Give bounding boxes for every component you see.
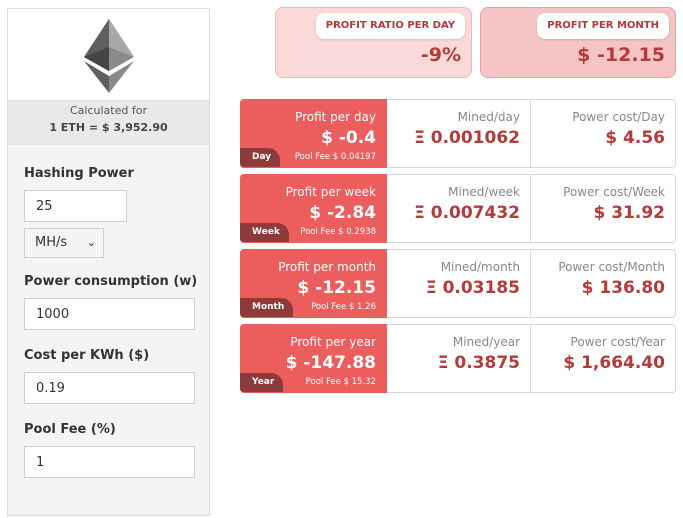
power-cost-label: Power cost/Week — [563, 185, 665, 199]
power-cost-value: $ 136.80 — [581, 278, 665, 298]
profit-label: Profit per month — [278, 260, 376, 274]
calculator-sidebar: Calculated for 1 ETH = $ 3,952.90 Hashin… — [7, 8, 210, 516]
ethereum-logo-icon — [84, 19, 134, 93]
result-row-month: Profit per month $ -12.15 Pool Fee $ 1.2… — [240, 249, 676, 318]
pool-fee-value: Pool Fee $ 0.2938 — [300, 227, 376, 237]
mined-cell: Mined/month Ξ 0.03185 — [388, 250, 531, 317]
logo-panel — [8, 9, 209, 101]
profit-cell: Profit per week $ -2.84 Pool Fee $ 0.293… — [240, 174, 387, 243]
mined-label: Mined/month — [440, 260, 520, 274]
hashing-power-label: Hashing Power — [24, 166, 134, 181]
period-tag: Month — [240, 298, 294, 317]
result-row-week: Profit per week $ -2.84 Pool Fee $ 0.293… — [240, 174, 676, 243]
pool-fee-label: Pool Fee (%) — [24, 422, 116, 437]
profit-ratio-value: -9% — [420, 44, 461, 66]
power-cost-value: $ 31.92 — [593, 203, 665, 223]
profit-label: Profit per year — [290, 335, 376, 349]
profit-cell: Profit per day $ -0.4 Pool Fee $ 0.04197… — [240, 99, 387, 168]
mined-cell: Mined/week Ξ 0.007432 — [388, 175, 531, 242]
pool-fee-value: Pool Fee $ 1.26 — [311, 302, 376, 312]
eth-rate: 1 ETH = $ 3,952.90 — [49, 121, 168, 134]
power-cost-value: $ 1,664.40 — [563, 353, 665, 373]
mined-label: Mined/year — [452, 335, 520, 349]
power-cost-cell: Power cost/Day $ 4.56 — [530, 100, 675, 167]
mined-cell: Mined/year Ξ 0.3875 — [388, 325, 531, 392]
mined-value: Ξ 0.03185 — [425, 278, 520, 298]
profit-value: $ -2.84 — [309, 203, 376, 223]
chevron-down-icon: ⌄ — [86, 236, 96, 249]
profit-value: $ -0.4 — [321, 128, 376, 148]
cost-per-kwh-input[interactable] — [24, 372, 195, 404]
power-cost-label: Power cost/Year — [570, 335, 665, 349]
mined-value: Ξ 0.3875 — [437, 353, 520, 373]
cost-per-kwh-label: Cost per KWh ($) — [24, 348, 150, 363]
power-consumption-input[interactable] — [24, 298, 195, 330]
hashing-unit-select[interactable]: MH/s ⌄ — [24, 228, 104, 258]
power-cost-label: Power cost/Month — [558, 260, 665, 274]
power-cost-value: $ 4.56 — [605, 128, 665, 148]
result-row-year: Profit per year $ -147.88 Pool Fee $ 15.… — [240, 324, 676, 393]
profit-cell: Profit per month $ -12.15 Pool Fee $ 1.2… — [240, 249, 387, 318]
power-consumption-label: Power consumption (w) — [24, 274, 198, 289]
profit-month-label: PROFIT PER MONTH — [537, 13, 669, 39]
mined-label: Mined/day — [457, 110, 520, 124]
mined-cell: Mined/day Ξ 0.001062 — [388, 100, 531, 167]
profit-value: $ -147.88 — [285, 353, 376, 373]
power-cost-label: Power cost/Day — [572, 110, 665, 124]
calculated-for-box: Calculated for 1 ETH = $ 3,952.90 — [8, 101, 209, 145]
profit-month-card: PROFIT PER MONTH $ -12.15 — [480, 7, 676, 78]
period-tag: Week — [240, 223, 289, 242]
power-cost-cell: Power cost/Year $ 1,664.40 — [530, 325, 675, 392]
result-row-day: Profit per day $ -0.4 Pool Fee $ 0.04197… — [240, 99, 676, 168]
profit-label: Profit per day — [295, 110, 376, 124]
profit-label: Profit per week — [285, 185, 376, 199]
profit-ratio-label: PROFIT RATIO PER DAY — [315, 13, 465, 39]
power-cost-cell: Power cost/Month $ 136.80 — [530, 250, 675, 317]
mined-value: Ξ 0.007432 — [414, 203, 520, 223]
mined-value: Ξ 0.001062 — [414, 128, 520, 148]
calculated-for-label: Calculated for — [70, 104, 147, 117]
power-cost-cell: Power cost/Week $ 31.92 — [530, 175, 675, 242]
pool-fee-input[interactable] — [24, 446, 195, 478]
profit-value: $ -12.15 — [297, 278, 376, 298]
profit-ratio-card: PROFIT RATIO PER DAY -9% — [275, 7, 472, 78]
hashing-power-input[interactable] — [24, 190, 127, 222]
period-tag: Year — [240, 373, 284, 392]
profit-month-value: $ -12.15 — [577, 44, 665, 66]
pool-fee-value: Pool Fee $ 0.04197 — [294, 152, 376, 162]
period-tag: Day — [240, 148, 281, 167]
profit-cell: Profit per year $ -147.88 Pool Fee $ 15.… — [240, 324, 387, 393]
hashing-unit-value: MH/s — [35, 235, 68, 250]
pool-fee-value: Pool Fee $ 15.32 — [305, 377, 376, 387]
mined-label: Mined/week — [448, 185, 520, 199]
